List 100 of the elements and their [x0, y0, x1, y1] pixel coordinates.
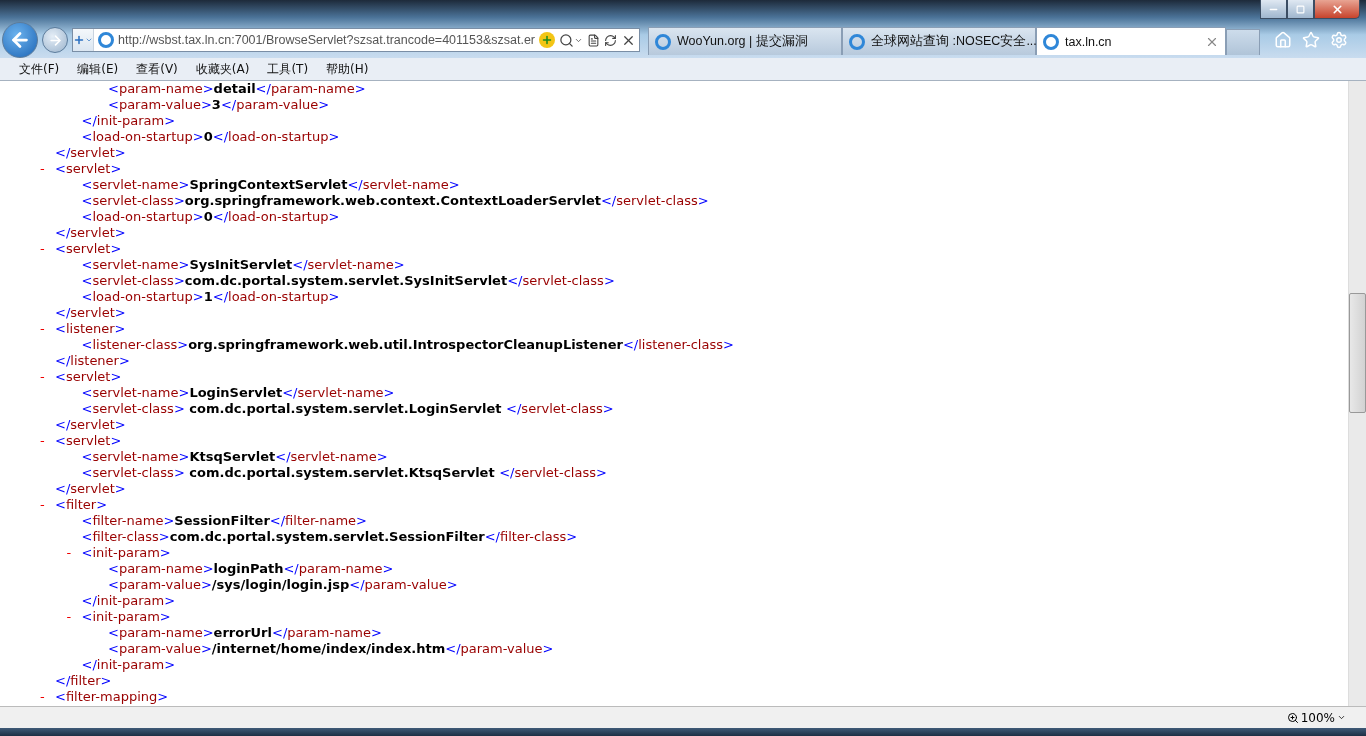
back-button[interactable] — [2, 22, 38, 58]
xml-value: 3 — [211, 97, 221, 113]
xml-tag: </servlet-class> — [600, 193, 709, 209]
xml-tag: <servlet> — [55, 241, 122, 257]
xml-value: org.springframework.web.util.IntrospectorCleanupListener — [188, 337, 623, 353]
xml-value: com.dc.portal.system.servlet.SessionFilter — [169, 529, 485, 545]
collapse-toggle[interactable]: - — [66, 609, 82, 625]
collapse-toggle[interactable]: - — [40, 497, 55, 513]
xml-tag: </init-param> — [81, 113, 176, 129]
restore-button[interactable] — [1287, 0, 1314, 19]
plus-icon[interactable] — [539, 32, 555, 48]
xml-value: 1 — [203, 289, 213, 305]
xml-tag: <servlet-name> — [81, 177, 190, 193]
xml-tag: <param-value> — [108, 577, 212, 593]
xml-tag: </param-value> — [220, 97, 330, 113]
collapse-toggle[interactable]: - — [40, 689, 55, 705]
scrollbar-thumb[interactable] — [1349, 293, 1366, 413]
menu-item[interactable]: 工具(T) — [258, 60, 318, 78]
xml-tag: <filter> — [55, 497, 108, 513]
browser-tab[interactable]: WooYun.org | 提交漏洞 — [648, 27, 842, 55]
xml-value: org.springframework.web.context.ContextLoaderServlet — [184, 193, 601, 209]
caret-icon — [85, 36, 93, 44]
new-tab-button[interactable] — [1226, 29, 1260, 55]
xml-value: SysInitServlet — [189, 257, 293, 273]
xml-tag: <param-name> — [108, 561, 214, 577]
xml-tag: </load-on-startup> — [212, 129, 340, 145]
zoom-icon — [1286, 711, 1299, 724]
collapse-toggle[interactable]: - — [40, 369, 55, 385]
xml-tag: </servlet-name> — [282, 385, 395, 401]
xml-tag: <servlet-class> — [81, 273, 185, 289]
xml-tag: <listener> — [55, 321, 126, 337]
xml-value: com.dc.portal.system.servlet.LoginServlet — [188, 401, 503, 417]
xml-tag: </init-param> — [81, 593, 176, 609]
url-text: http://wsbst.tax.ln.cn:7001/BrowseServlet?szsat.trancode=401153&szsat.er — [118, 33, 535, 47]
xml-tag: </servlet-name> — [292, 257, 405, 273]
xml-tag: <load-on-startup> — [81, 129, 204, 145]
xml-tag: </servlet-class> — [499, 465, 607, 481]
collapse-toggle[interactable]: - — [40, 321, 55, 337]
xml-tag: </param-value> — [349, 577, 458, 593]
xml-tag: </servlet> — [55, 305, 126, 321]
menu-item[interactable]: 查看(V) — [127, 60, 187, 78]
xml-tag: <servlet-name> — [81, 385, 190, 401]
xml-tag: <servlet-class> — [81, 465, 185, 481]
close-button[interactable] — [1314, 0, 1360, 19]
xml-tag: <filter-class> — [81, 529, 170, 545]
xml-value: com.dc.portal.system.servlet.KtsqServlet — [188, 465, 496, 481]
xml-tag: </servlet-name> — [275, 449, 388, 465]
menu-item[interactable]: 收藏夹(A) — [186, 60, 259, 78]
xml-tag: </servlet> — [55, 481, 126, 497]
xml-tag: </param-name> — [283, 561, 394, 577]
xml-tag: </servlet> — [55, 145, 126, 161]
xml-tag: </servlet-class> — [506, 401, 614, 417]
collapse-toggle[interactable]: - — [40, 433, 55, 449]
xml-value: detail — [213, 81, 256, 97]
search-button[interactable] — [559, 32, 583, 48]
xml-value: /sys/login/login.jsp — [211, 577, 350, 593]
scrollbar[interactable] — [1348, 81, 1366, 706]
xml-tag: </param-name> — [272, 625, 382, 641]
xml-tag: </param-name> — [255, 81, 366, 97]
page-icon[interactable] — [587, 33, 600, 47]
xml-tag: </init-param> — [81, 657, 176, 673]
favorites-button[interactable] — [1302, 31, 1320, 49]
refresh-button[interactable] — [604, 33, 617, 47]
xml-tag: <servlet> — [55, 161, 122, 177]
xml-tag: <filter-mapping> — [55, 689, 169, 705]
forward-button[interactable] — [42, 27, 68, 53]
xml-tag: <servlet> — [55, 433, 122, 449]
collapse-toggle[interactable]: - — [40, 241, 55, 257]
menu-item[interactable]: 帮助(H) — [317, 60, 378, 78]
menu-item[interactable]: 编辑(E) — [68, 60, 128, 78]
compatibility-button[interactable] — [73, 29, 94, 51]
browser-logo-icon — [849, 33, 865, 50]
xml-value: loginPath — [213, 561, 284, 577]
xml-tag: <param-name> — [108, 625, 214, 641]
xml-tag: </load-on-startup> — [212, 209, 340, 225]
xml-tag: <param-value> — [108, 641, 212, 657]
xml-tag: <listener-class> — [81, 337, 189, 353]
collapse-toggle[interactable]: - — [66, 545, 82, 561]
xml-tag: <servlet-name> — [81, 257, 190, 273]
xml-value: com.dc.portal.system.servlet.SysInitServlet — [184, 273, 508, 289]
address-bar[interactable]: http://wsbst.tax.ln.cn:7001/BrowseServlet?szsat.trancode=401153&szsat.er — [72, 28, 640, 52]
minimize-button[interactable] — [1260, 0, 1287, 19]
menu-item[interactable]: 文件(F) — [10, 60, 69, 78]
xml-value: /internet/home/index/index.htm — [211, 641, 446, 657]
home-button[interactable] — [1274, 31, 1292, 49]
settings-button[interactable] — [1330, 31, 1348, 49]
collapse-toggle[interactable]: - — [40, 161, 55, 177]
zoom-button[interactable]: 100% — [1286, 710, 1346, 725]
xml-tag: </filter-class> — [484, 529, 578, 545]
arrow-right-icon — [47, 32, 63, 48]
xml-tag: <init-param> — [81, 545, 171, 561]
browser-tab[interactable]: tax.ln.cn — [1036, 27, 1226, 55]
close-icon — [1330, 2, 1344, 16]
xml-tag: <init-param> — [81, 609, 171, 625]
browser-tab[interactable]: 全球网站查询 :NOSEC安全... — [842, 27, 1036, 55]
xml-value: SpringContextServlet — [189, 177, 348, 193]
xml-tag: <servlet-name> — [81, 449, 190, 465]
xml-tag: <param-value> — [108, 97, 212, 113]
xml-value: 0 — [203, 129, 213, 145]
xml-tag: </load-on-startup> — [212, 289, 340, 305]
